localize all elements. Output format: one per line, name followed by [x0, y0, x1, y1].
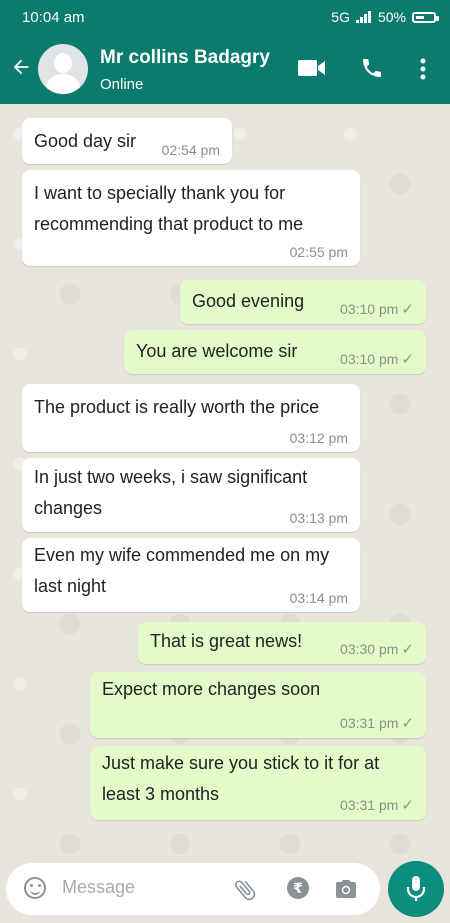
message-text: Expect more changes soon — [102, 679, 321, 699]
message-bubble[interactable]: That is great news! 03:30 pm ✓ — [138, 622, 426, 664]
message-time: 02:55 pm — [289, 244, 348, 260]
avatar[interactable] — [38, 44, 88, 94]
more-vert-icon[interactable] — [419, 57, 427, 81]
network-label: 5G — [331, 9, 350, 25]
mic-button[interactable] — [388, 861, 444, 917]
message-time: 03:10 pm ✓ — [340, 351, 414, 368]
read-check-icon: ✓ — [401, 797, 414, 814]
message-time: 03:14 pm — [289, 590, 348, 606]
chat-header: Mr collins Badagry Online — [0, 34, 450, 104]
message-bubble[interactable]: Good day sir 02:54 pm — [22, 118, 232, 164]
message-bubble[interactable]: Just make sure you stick to it for at le… — [90, 746, 426, 820]
read-check-icon: ✓ — [401, 641, 414, 658]
rupee-icon[interactable]: ₹ — [287, 877, 309, 899]
video-call-icon[interactable] — [298, 58, 326, 78]
contact-status: Online — [100, 76, 144, 93]
message-time: 03:31 pm ✓ — [340, 715, 414, 732]
message-bubble[interactable]: In just two weeks, i saw significant cha… — [22, 458, 360, 532]
message-input-bar[interactable]: Message ₹ — [6, 863, 380, 915]
chat-area[interactable]: Good day sir 02:54 pm I want to speciall… — [0, 104, 450, 863]
message-time: 02:54 pm — [161, 142, 220, 158]
attach-icon[interactable] — [232, 877, 258, 903]
message-bubble[interactable]: Good evening 03:10 pm ✓ — [180, 280, 426, 324]
camera-icon[interactable] — [334, 877, 358, 901]
battery-icon — [412, 11, 439, 23]
status-right: 5G 50% — [331, 9, 439, 25]
emoji-icon[interactable] — [24, 877, 46, 899]
message-bubble[interactable]: Expect more changes soon 03:31 pm ✓ — [90, 672, 426, 738]
read-check-icon: ✓ — [401, 715, 414, 732]
back-arrow-icon[interactable] — [10, 56, 32, 78]
status-bar: 10:04 am 5G 50% — [0, 0, 450, 34]
message-text: The product is really worth the price — [34, 397, 320, 417]
read-check-icon: ✓ — [401, 351, 414, 368]
message-time: 03:31 pm ✓ — [340, 797, 414, 814]
message-time: 03:30 pm ✓ — [340, 641, 414, 658]
message-time: 03:12 pm — [289, 430, 348, 446]
phone-icon[interactable] — [360, 56, 384, 80]
status-time: 10:04 am — [22, 9, 85, 26]
battery-label: 50% — [377, 9, 406, 25]
signal-icon — [355, 11, 372, 23]
message-bubble[interactable]: The product is really worth the price 03… — [22, 384, 360, 452]
message-text: I want to specially thank you for recomm… — [34, 183, 304, 234]
read-check-icon: ✓ — [401, 301, 414, 318]
message-time: 03:13 pm — [289, 510, 348, 526]
mic-icon — [406, 876, 426, 901]
message-bubble[interactable]: I want to specially thank you for recomm… — [22, 170, 360, 266]
message-time: 03:10 pm ✓ — [340, 301, 414, 318]
message-bubble[interactable]: You are welcome sir 03:10 pm ✓ — [124, 330, 426, 374]
message-input[interactable]: Message — [62, 877, 135, 898]
message-bubble[interactable]: Even my wife commended me on my last nig… — [22, 538, 360, 612]
contact-name[interactable]: Mr collins Badagry — [100, 47, 270, 69]
